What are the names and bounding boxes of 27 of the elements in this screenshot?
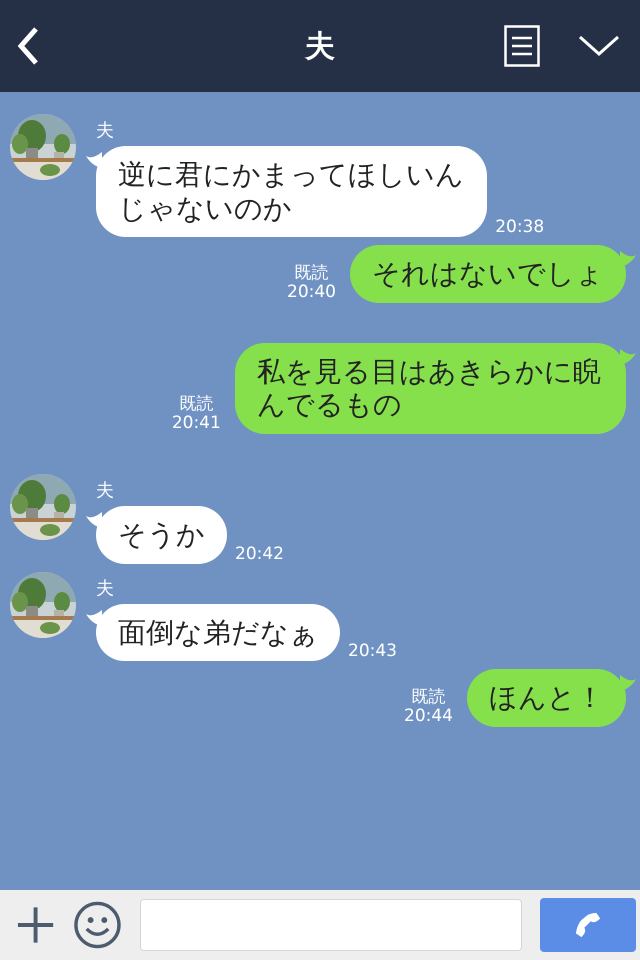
chat-title: 夫: [305, 28, 335, 66]
read-receipt: 既読: [179, 394, 214, 414]
sender-name: 夫: [96, 478, 115, 502]
message-bubble: それはないでしょ: [350, 245, 626, 303]
message-input[interactable]: [140, 899, 522, 951]
phone-icon: [574, 911, 602, 939]
timestamp: 20:42: [235, 544, 284, 564]
read-receipt: 既読: [412, 688, 446, 708]
timestamp: 20:44: [404, 707, 453, 727]
timestamp: 20:43: [348, 641, 397, 662]
read-receipt: 既読: [294, 264, 328, 284]
call-button[interactable]: [540, 898, 636, 952]
sender-name: 夫: [96, 576, 115, 600]
chevron-down-icon[interactable]: [578, 34, 620, 58]
timestamp: 20:38: [495, 217, 544, 238]
plus-icon[interactable]: [16, 905, 56, 945]
message-bubble: そうか: [96, 506, 227, 564]
message-bubble: 逆に君にかまってほしいんじゃないのか: [96, 146, 488, 238]
menu-icon[interactable]: [504, 25, 540, 67]
timestamp: 20:40: [287, 283, 336, 303]
message-bubble: ほんと！: [467, 669, 626, 727]
sender-name: 夫: [96, 119, 115, 142]
message-bubble: 面倒な弟だなぁ: [96, 604, 340, 662]
smiley-icon[interactable]: [73, 900, 122, 950]
timestamp: 20:41: [172, 414, 221, 434]
message-bubble: 私を見る目はあきらかに睨んでるもの: [234, 342, 626, 434]
back-icon[interactable]: [16, 26, 40, 66]
